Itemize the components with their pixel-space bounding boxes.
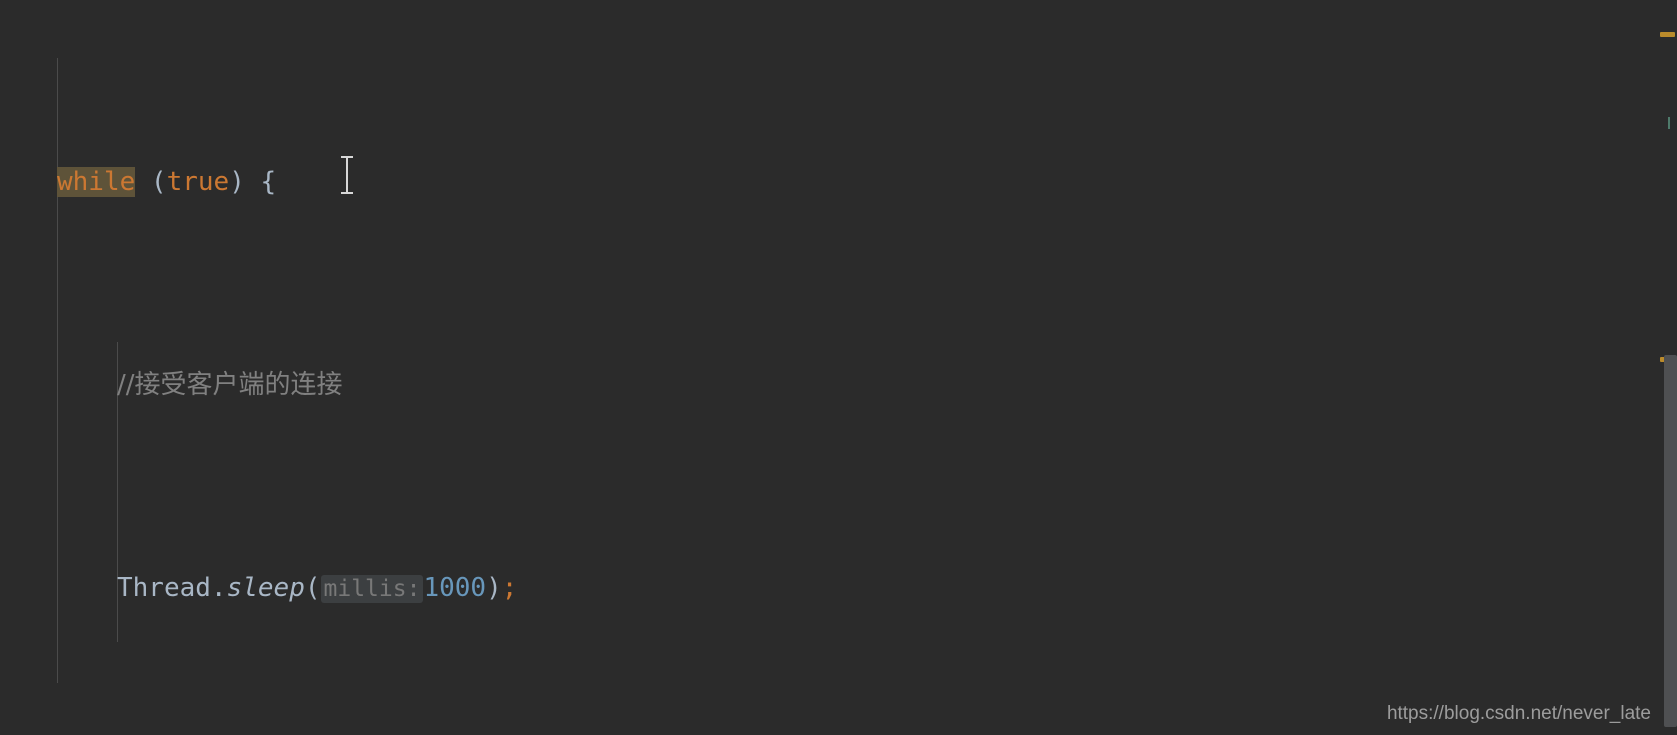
keyword-while: while xyxy=(57,167,136,198)
vcs-change-marker xyxy=(1668,117,1670,129)
code-editor-window[interactable]: while (true) { //接受客户端的连接 Thread.sleep(m… xyxy=(0,0,1677,735)
line1-tail: ) { xyxy=(229,167,277,198)
comment-accept-client-connection: //接受客户端的连接 xyxy=(117,370,343,401)
code-text-area[interactable]: while (true) { //接受客户端的连接 Thread.sleep(m… xyxy=(0,0,1677,735)
code-line-2[interactable]: //接受客户端的连接 xyxy=(0,365,1677,406)
code-line-3[interactable]: Thread.sleep(millis: 1000); xyxy=(0,568,1677,609)
line3-open-paren: ( xyxy=(304,573,321,604)
parameter-hint-millis: millis: xyxy=(320,575,424,604)
line3-close-paren: ) xyxy=(486,573,502,604)
keyword-true: true xyxy=(166,167,230,198)
blog-watermark: https://blog.csdn.net/never_late xyxy=(1386,703,1651,724)
stripe-mark-warning-1[interactable] xyxy=(1660,32,1675,37)
method-sleep: sleep xyxy=(226,573,305,604)
line1-open-paren: ( xyxy=(135,167,167,198)
code-line-1[interactable]: while (true) { xyxy=(0,162,1677,203)
line3-thread-prefix: Thread. xyxy=(117,573,227,604)
vertical-scrollbar-thumb[interactable] xyxy=(1664,355,1677,727)
line3-semicolon: ; xyxy=(501,573,518,604)
number-1000: 1000 xyxy=(423,573,487,604)
